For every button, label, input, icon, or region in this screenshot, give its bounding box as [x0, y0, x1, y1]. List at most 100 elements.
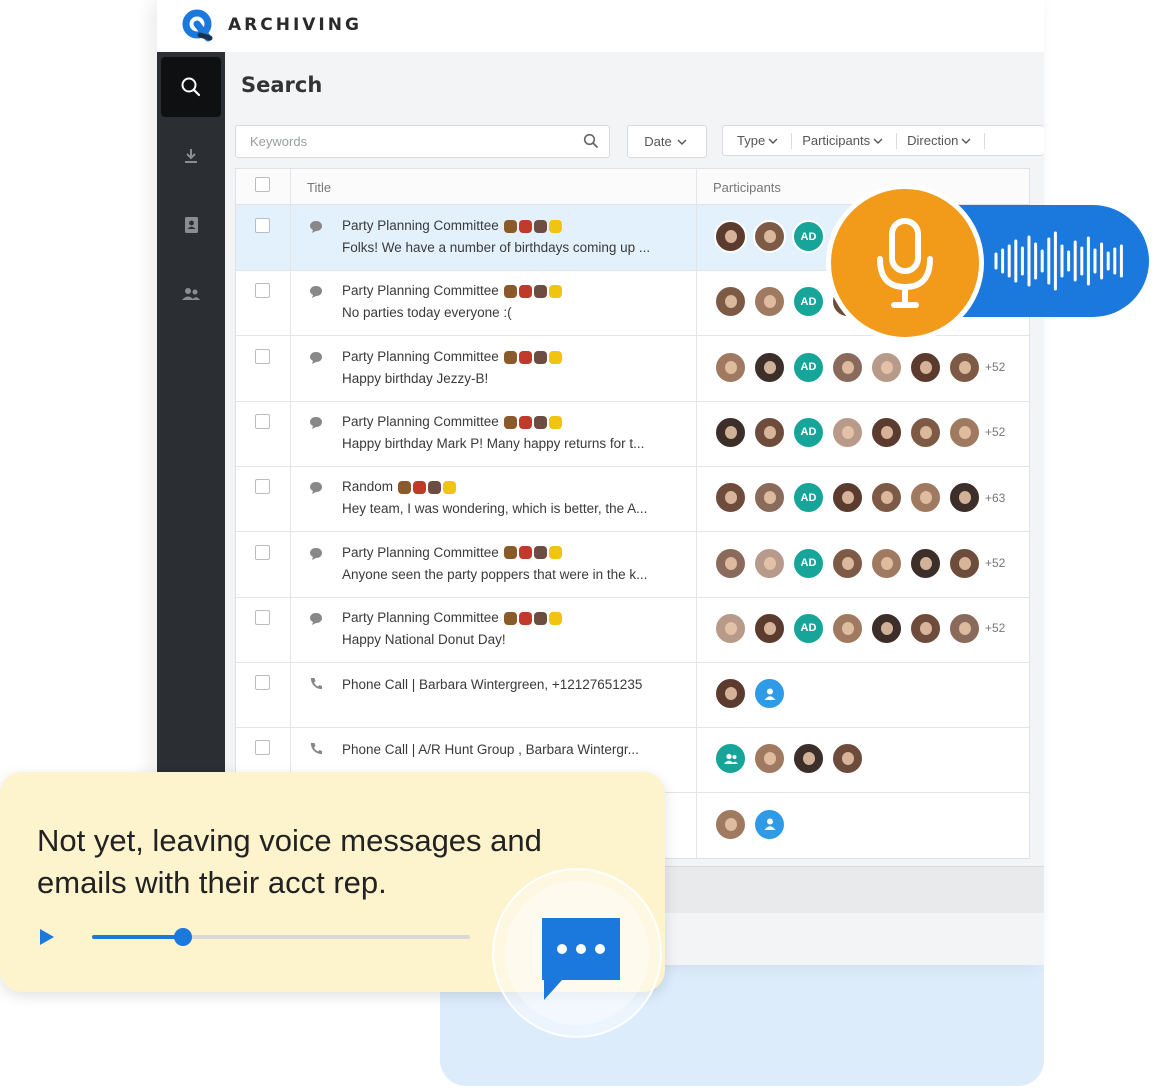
brand-name: ARCHIVING: [228, 15, 362, 35]
row-checkbox[interactable]: [255, 283, 270, 299]
participant-avatars: [714, 677, 792, 711]
row-checkbox[interactable]: [255, 218, 270, 233]
row-checkbox[interactable]: [255, 740, 270, 756]
avatar: [870, 350, 903, 384]
avatar: [753, 742, 786, 776]
table-row[interactable]: Party Planning Committee Happy birthday M…: [236, 401, 1029, 467]
participant-avatars: AD +52: [714, 415, 1005, 449]
row-preview: Hey team, I was wondering, which is bett…: [342, 501, 648, 517]
avatar: [714, 350, 747, 384]
phone-icon: [310, 743, 322, 755]
table-row[interactable]: Party Planning Committee Happy National D…: [236, 597, 1029, 663]
search-input[interactable]: [248, 133, 572, 150]
column-header-participants: Participants: [713, 180, 781, 195]
type-filter[interactable]: Type: [737, 133, 781, 148]
column-divider: [696, 169, 697, 858]
avatar: [714, 546, 747, 580]
avatar: [714, 677, 747, 711]
chevron-down-icon: [961, 138, 971, 144]
row-title-line: Phone Call | A/R Hunt Group , Barbara Wi…: [342, 742, 639, 757]
type-filter-label: Type: [737, 133, 766, 148]
avatar: [870, 611, 903, 645]
chat-bubble-icon[interactable]: [540, 916, 622, 1002]
avatar: [948, 350, 981, 384]
page-title: Search: [241, 73, 323, 97]
table-row[interactable]: Phone Call | Barbara Wintergreen, +12127…: [236, 662, 1029, 729]
avatar: [753, 481, 786, 515]
row-title: Random: [342, 479, 394, 495]
row-title-line: Phone Call | Barbara Wintergreen, +12127…: [342, 677, 642, 692]
table-row[interactable]: Random Hey team, I was wondering, which i…: [236, 466, 1029, 533]
voice-record-button[interactable]: [826, 184, 984, 342]
avatar: [753, 415, 786, 449]
sidebar-item-search[interactable]: [161, 57, 221, 117]
row-title-line: Party Planning Committee: [342, 349, 562, 364]
audio-progress-handle[interactable]: [173, 928, 192, 946]
user-avatar-icon: [753, 677, 786, 711]
chat-icon: [310, 351, 322, 364]
row-checkbox[interactable]: [255, 544, 270, 560]
row-preview: Folks! We have a number of birthdays com…: [342, 240, 651, 255]
avatar-initials: AD: [792, 220, 825, 253]
row-title: Phone Call | A/R Hunt Group , Barbara Wi…: [342, 742, 639, 758]
avatar: [948, 415, 981, 449]
row-title-line: Party Planning Committee: [342, 218, 562, 233]
avatar: [714, 481, 747, 515]
audio-progress-bar[interactable]: [92, 928, 470, 946]
column-divider: [290, 169, 291, 858]
avatar-initials: AD: [792, 611, 825, 645]
participant-avatars: AD +52: [714, 611, 1005, 645]
sidebar-item-users[interactable]: [161, 264, 221, 324]
emoji-icons: [503, 546, 562, 560]
row-checkbox[interactable]: [255, 675, 270, 691]
avatar: [831, 350, 864, 384]
avatar: [831, 546, 864, 580]
avatar: [870, 481, 903, 515]
avatar: [714, 220, 747, 253]
avatar: [714, 611, 747, 645]
row-title: Phone Call | Barbara Wintergreen, +12127…: [342, 677, 643, 693]
participant-avatars: AD +52: [714, 350, 1005, 384]
table-row[interactable]: Party Planning Committee Anyone seen the …: [236, 532, 1029, 598]
play-icon[interactable]: [38, 927, 56, 947]
user-avatar-icon: [753, 807, 786, 841]
phone-icon: [310, 678, 322, 690]
divider: [984, 132, 986, 149]
search-icon[interactable]: [583, 133, 599, 149]
participants-filter[interactable]: Participants: [802, 133, 886, 148]
avatar-initials: AD: [792, 481, 825, 515]
direction-filter[interactable]: Direction: [907, 133, 974, 148]
row-title-line: Party Planning Committee: [342, 414, 562, 429]
row-checkbox[interactable]: [255, 348, 270, 364]
row-title-line: Party Planning Committee: [342, 545, 562, 560]
row-checkbox[interactable]: [255, 609, 270, 625]
sidebar-item-contacts[interactable]: [161, 195, 221, 255]
divider: [896, 132, 898, 149]
row-checkbox[interactable]: [255, 479, 270, 495]
chat-icon: [310, 612, 322, 625]
row-preview: Happy National Donut Day!: [342, 631, 506, 647]
download-icon: [185, 149, 197, 163]
emoji-icons: [398, 481, 457, 495]
row-checkbox[interactable]: [255, 413, 270, 429]
avatar: [870, 415, 903, 449]
avatar: [870, 546, 903, 580]
row-title: Party Planning Committee: [342, 609, 499, 625]
avatar: [714, 807, 747, 841]
date-filter[interactable]: Date: [627, 125, 707, 158]
brand-logo: ARCHIVING: [180, 8, 362, 42]
avatar: [909, 481, 942, 515]
avatar-initials: AD: [792, 546, 825, 580]
avatar: [909, 350, 942, 384]
transcript-text: Not yet, leaving voice messages and emai…: [37, 823, 542, 900]
avatar: [831, 742, 864, 776]
row-title: Party Planning Committee: [342, 348, 499, 364]
sidebar-item-download[interactable]: [161, 126, 221, 186]
select-all-checkbox[interactable]: [255, 177, 270, 192]
row-preview: Happy birthday Mark P! Many happy return…: [342, 435, 645, 451]
row-preview: Happy birthday Jezzy-B!: [342, 370, 489, 386]
avatar: [753, 220, 786, 253]
search-field[interactable]: [235, 125, 610, 158]
table-row[interactable]: Party Planning Committee Happy birthday J…: [236, 336, 1029, 402]
search-icon: [181, 77, 201, 97]
